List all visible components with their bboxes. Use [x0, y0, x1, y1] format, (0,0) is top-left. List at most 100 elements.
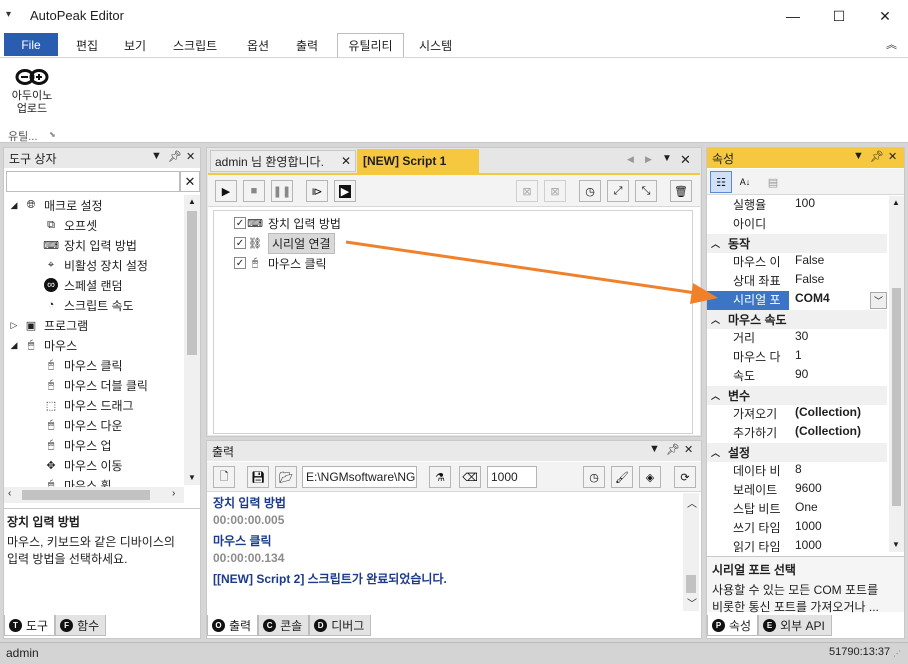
- toolbox-clear-button[interactable]: ✕: [180, 171, 200, 192]
- step-checkbox[interactable]: ✓: [234, 237, 246, 249]
- prop-id[interactable]: 아이디: [707, 215, 887, 234]
- tab-tools[interactable]: T 도구: [4, 615, 56, 636]
- open-folder-button[interactable]: 📂︎: [275, 466, 297, 488]
- collapse-category-icon[interactable]: ︿: [711, 237, 720, 250]
- toolbox-hscrollbar[interactable]: ‹ ›: [4, 487, 184, 503]
- menu-options[interactable]: 옵션: [247, 37, 269, 54]
- erase-button[interactable]: ⌫: [459, 466, 481, 488]
- properties-close-icon[interactable]: ✕: [888, 150, 897, 163]
- brush-button[interactable]: 🖌︎: [611, 466, 633, 488]
- tree-item-mouse-up[interactable]: 🖱︎ 마우스 업: [44, 435, 112, 455]
- menu-utility[interactable]: 유틸리티: [337, 33, 404, 57]
- tab-output[interactable]: O 출력: [207, 615, 259, 636]
- arduino-upload-button[interactable]: 아두이노 업로드: [6, 62, 58, 126]
- prop-distance[interactable]: 거리 30: [707, 329, 887, 348]
- property-pages-button[interactable]: ▤: [762, 171, 784, 193]
- menu-view[interactable]: 보기: [124, 37, 146, 54]
- clean-button[interactable]: ⚗: [429, 466, 451, 488]
- timer-button[interactable]: ◷: [579, 180, 601, 202]
- new-log-button[interactable]: 🗋︎: [213, 466, 235, 488]
- tree-item-device-input[interactable]: ⌨ 장치 입력 방법: [43, 235, 137, 255]
- toolbox-scrollbar[interactable]: ▲ ▼: [184, 195, 200, 485]
- collapse-button[interactable]: ⤡: [635, 180, 657, 202]
- toolbox-close-icon[interactable]: ✕: [186, 150, 195, 163]
- step-run-button[interactable]: ⧐: [306, 180, 328, 202]
- delete-button[interactable]: 🗑︎: [670, 180, 692, 202]
- tree-node-mouse[interactable]: ◢ 🖱︎ 마우스: [10, 335, 78, 355]
- tree-item-special-random[interactable]: ∞ 스페셜 랜덤: [44, 275, 123, 295]
- save-log-button[interactable]: 💾︎: [247, 466, 269, 488]
- tab-debug[interactable]: D 디버그: [309, 615, 372, 636]
- tab-console[interactable]: C 콘솔: [258, 615, 310, 636]
- stop-button[interactable]: ■: [243, 180, 265, 202]
- menu-output[interactable]: 출력: [296, 37, 318, 54]
- tab-close-icon[interactable]: ✕: [341, 154, 351, 168]
- tree-item-mouse-click[interactable]: 🖰︎ 마우스 클릭: [44, 355, 123, 375]
- line-count-input[interactable]: 1000: [487, 466, 537, 488]
- output-close-icon[interactable]: ✕: [684, 443, 693, 456]
- prop-serial-port[interactable]: 시리얼 포 COM4 ﹀: [707, 291, 887, 310]
- prop-exec-rate[interactable]: 실행율 100: [707, 196, 887, 215]
- output-dropdown-icon[interactable]: ▼: [649, 443, 660, 455]
- editor-close-icon[interactable]: ✕: [680, 152, 691, 168]
- prop-mouse-step[interactable]: 마우스 다1: [707, 348, 887, 367]
- toolbox-search-input[interactable]: [6, 171, 180, 192]
- hscroll-thumb[interactable]: [22, 490, 150, 500]
- collapse-category-icon[interactable]: ︿: [711, 313, 720, 326]
- output-pin-icon[interactable]: 📌︎: [666, 443, 680, 456]
- prop-category-mouse-speed[interactable]: ︿ 마우스 속도: [707, 310, 887, 329]
- tab-scroll-right-icon[interactable]: ▶: [645, 154, 652, 165]
- toolbox-pin-icon[interactable]: 📌︎: [168, 150, 182, 163]
- menu-system[interactable]: 시스템: [419, 37, 452, 54]
- tree-item-mouse-down[interactable]: 🖱︎ 마우스 다운: [44, 415, 123, 435]
- prop-read-timeout[interactable]: 읽기 타임 1000: [707, 538, 887, 554]
- refresh-button[interactable]: ⟳: [674, 466, 696, 488]
- tab-welcome[interactable]: admin 님 환영합니다. ✕: [210, 150, 356, 172]
- tree-item-script-speed[interactable]: ◔ 스크립트 속도: [44, 295, 134, 315]
- serial-port-dropdown-icon[interactable]: ﹀: [870, 292, 887, 309]
- scroll-left-icon[interactable]: ‹: [8, 488, 11, 499]
- disable-button[interactable]: ⊠: [516, 180, 538, 202]
- tree-item-offset[interactable]: ⧉ 오프셋: [44, 215, 97, 235]
- prop-category-action[interactable]: ︿ 동작: [707, 234, 887, 253]
- prop-relative-coord[interactable]: 상대 좌표 False: [707, 272, 887, 291]
- group-launcher-icon[interactable]: ⬊: [49, 130, 56, 139]
- prop-category-settings[interactable]: ︿ 설정: [707, 443, 887, 462]
- step-checkbox[interactable]: ✓: [234, 217, 246, 229]
- menu-script[interactable]: 스크립트: [173, 37, 217, 54]
- maximize-button[interactable]: ☐: [816, 0, 862, 32]
- resize-grip-icon[interactable]: ⋰: [893, 649, 901, 658]
- scroll-up-icon[interactable]: ▲: [892, 198, 900, 207]
- properties-dropdown-icon[interactable]: ▼: [853, 150, 864, 162]
- expand-icon[interactable]: ◢: [10, 338, 18, 352]
- log-path-input[interactable]: E:\NGMsoftware\NG: [302, 466, 417, 488]
- scroll-thumb[interactable]: [686, 575, 696, 593]
- scroll-down-icon[interactable]: ▼: [188, 473, 196, 482]
- run-button[interactable]: ▶: [215, 180, 237, 202]
- prop-data-bits[interactable]: 데이타 비8: [707, 462, 887, 481]
- tree-item-mouse-double-click[interactable]: 🖰︎ 마우스 더블 클릭: [44, 375, 148, 395]
- step-mouse-click[interactable]: ✓ 🖰︎ 마우스 클릭: [234, 253, 327, 273]
- tab-functions[interactable]: F 함수: [55, 615, 107, 636]
- scroll-right-icon[interactable]: ›: [172, 488, 175, 499]
- prop-add-variables[interactable]: 추가하기 (Collection): [707, 424, 887, 443]
- prop-speed[interactable]: 속도 90: [707, 367, 887, 386]
- output-scrollbar[interactable]: ︿ ﹀: [683, 493, 699, 611]
- window-menu-icon[interactable]: ▾: [6, 9, 11, 20]
- run-to-end-button[interactable]: ▶: [334, 180, 356, 202]
- time-button[interactable]: ◷: [583, 466, 605, 488]
- collapse-category-icon[interactable]: ︿: [711, 389, 720, 402]
- prop-category-variables[interactable]: ︿ 변수: [707, 386, 887, 405]
- properties-scrollbar[interactable]: ▲ ▼: [889, 196, 904, 552]
- categorized-button[interactable]: ☷: [710, 171, 732, 193]
- tab-properties[interactable]: P 속성: [707, 615, 759, 636]
- expand-button[interactable]: ⤢: [607, 180, 629, 202]
- tree-item-mouse-move[interactable]: ✥ 마우스 이동: [44, 455, 122, 475]
- scroll-down-icon[interactable]: ▼: [892, 540, 900, 549]
- disable-all-button[interactable]: ⊠: [544, 180, 566, 202]
- tree-node-macro-settings[interactable]: ◢ 🌐︎ 매크로 설정: [10, 195, 103, 215]
- tab-script-1[interactable]: [NEW] Script 1: [357, 149, 479, 173]
- properties-pin-icon[interactable]: 📌︎: [870, 150, 884, 163]
- tree-item-inactive-device[interactable]: ⌖ 비활성 장치 설정: [44, 255, 148, 275]
- expand-icon[interactable]: ◢: [10, 198, 18, 212]
